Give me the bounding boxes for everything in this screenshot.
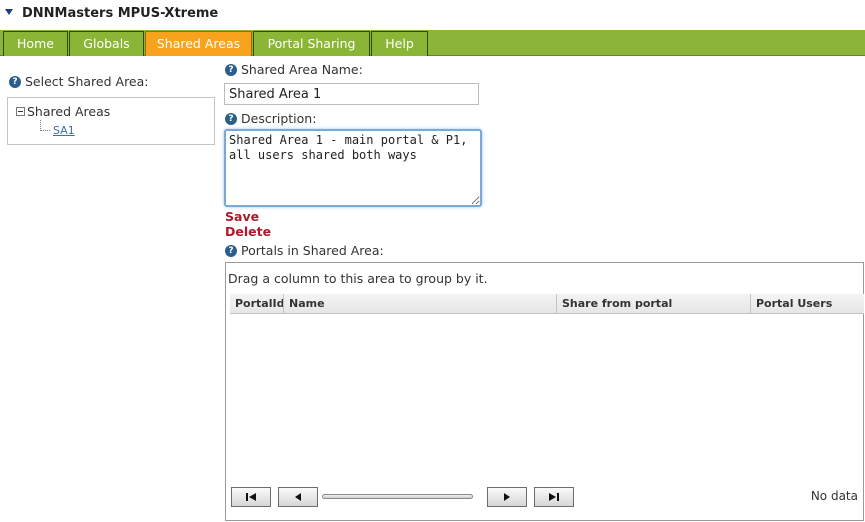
last-page-button[interactable] (534, 487, 574, 507)
column-header-name[interactable]: Name (284, 294, 557, 314)
help-icon[interactable]: ? (9, 75, 21, 88)
description-label: ? Description: (225, 111, 316, 126)
help-icon[interactable]: ? (225, 63, 237, 76)
column-header-portalid[interactable]: PortalId (230, 294, 284, 314)
column-header-share-from-portal[interactable]: Share from portal (557, 294, 751, 314)
tab-shared-areas[interactable]: Shared Areas (145, 31, 252, 56)
shared-area-name-label: ? Shared Area Name: (225, 62, 363, 77)
tab-portal-sharing[interactable]: Portal Sharing (253, 31, 370, 56)
tab-globals[interactable]: Globals (69, 31, 144, 56)
shared-area-tree: Shared Areas SA1 (7, 97, 215, 145)
first-page-icon (246, 493, 256, 501)
pager-status: No data (810, 489, 858, 503)
help-icon[interactable]: ? (225, 244, 237, 257)
tab-help[interactable]: Help (371, 31, 428, 56)
save-link[interactable]: Save (225, 209, 259, 224)
portals-in-shared-area-label: ? Portals in Shared Area: (225, 243, 384, 258)
delete-link[interactable]: Delete (225, 224, 271, 239)
collapse-minus-icon[interactable] (16, 107, 25, 116)
previous-page-icon (295, 493, 301, 501)
first-page-button[interactable] (231, 487, 271, 507)
module-title-bar: DNNMasters MPUS-Xtreme (0, 0, 865, 30)
portals-in-shared-area-text: Portals in Shared Area: (241, 243, 384, 258)
description-text: Description: (241, 111, 317, 126)
select-shared-area-text: Select Shared Area: (25, 74, 149, 89)
page-slider[interactable] (322, 494, 473, 499)
tab-bar: Home Globals Shared Areas Portal Sharing… (0, 30, 865, 56)
tree-node-shared-areas[interactable]: Shared Areas (16, 104, 110, 119)
collapse-caret-icon[interactable] (5, 9, 13, 15)
shared-area-name-input[interactable] (224, 83, 479, 105)
module-title: DNNMasters MPUS-Xtreme (22, 6, 219, 21)
next-page-icon (504, 493, 510, 501)
description-textarea[interactable]: Shared Area 1 - main portal & P1, all us… (224, 129, 482, 207)
tree-root-label[interactable]: Shared Areas (27, 104, 110, 119)
shared-area-name-text: Shared Area Name: (241, 62, 363, 77)
next-page-button[interactable] (487, 487, 527, 507)
last-page-icon (549, 493, 559, 501)
column-header-portal-users[interactable]: Portal Users (751, 294, 864, 314)
select-shared-area-label: ? Select Shared Area: (9, 74, 149, 89)
previous-page-button[interactable] (278, 487, 318, 507)
portals-grid: Drag a column to this area to group by i… (225, 262, 864, 521)
group-by-drop-area[interactable]: Drag a column to this area to group by i… (228, 271, 488, 286)
help-icon[interactable]: ? (225, 112, 237, 125)
tree-node-sa1[interactable]: SA1 (53, 124, 75, 137)
tree-connector (40, 120, 50, 131)
tab-home[interactable]: Home (3, 31, 68, 56)
grid-header: PortalId Name Share from portal Portal U… (230, 294, 864, 314)
